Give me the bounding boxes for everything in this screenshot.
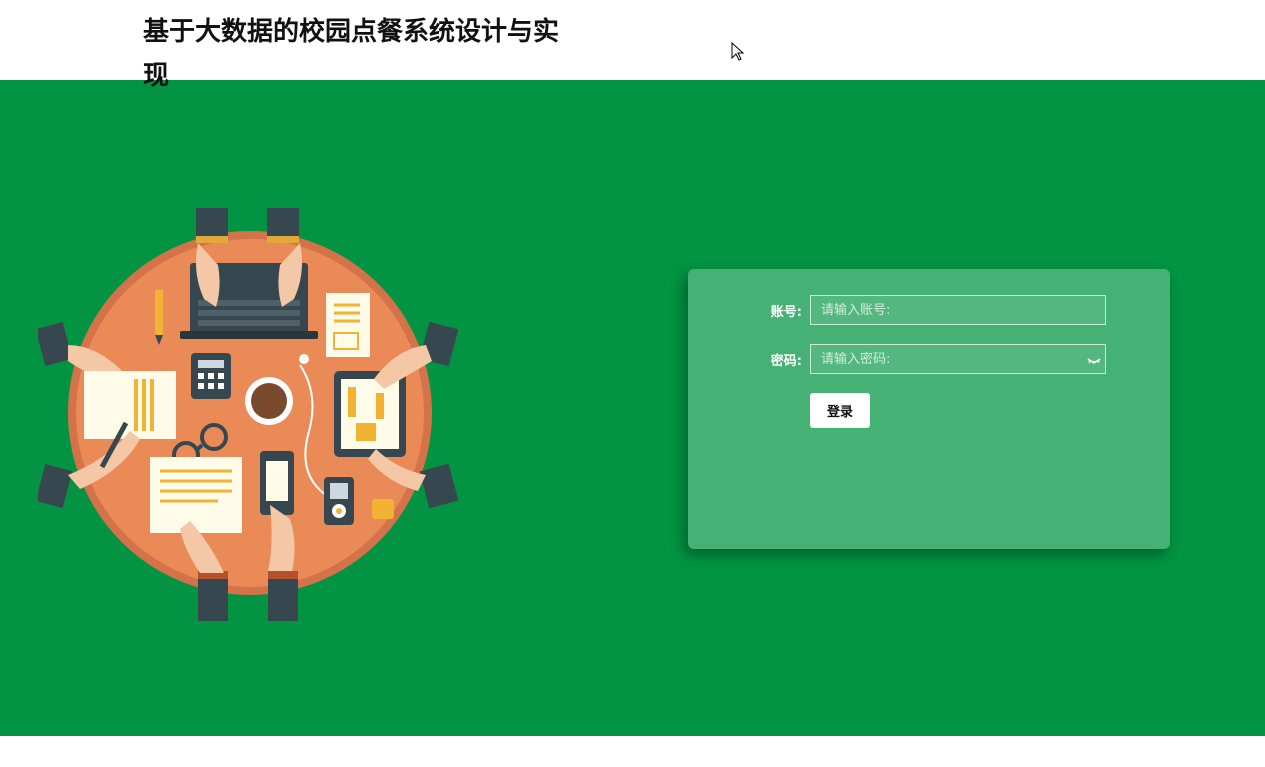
login-card: 账号: 密码: 登录 (688, 269, 1170, 549)
account-label: 账号: (770, 305, 802, 320)
meeting-illustration (38, 208, 458, 621)
password-label: 密码: (770, 354, 802, 369)
page-title: 基于大数据的校园点餐系统设计与实现 (143, 17, 560, 91)
password-input[interactable] (810, 344, 1106, 374)
eye-closed-icon[interactable] (1086, 352, 1102, 368)
mouse-cursor-icon (731, 42, 745, 61)
account-input[interactable] (810, 295, 1106, 325)
password-row: 密码: (688, 344, 1170, 376)
footer-strip (0, 736, 1265, 767)
account-row: 账号: (688, 295, 1170, 327)
login-button[interactable]: 登录 (810, 393, 870, 428)
